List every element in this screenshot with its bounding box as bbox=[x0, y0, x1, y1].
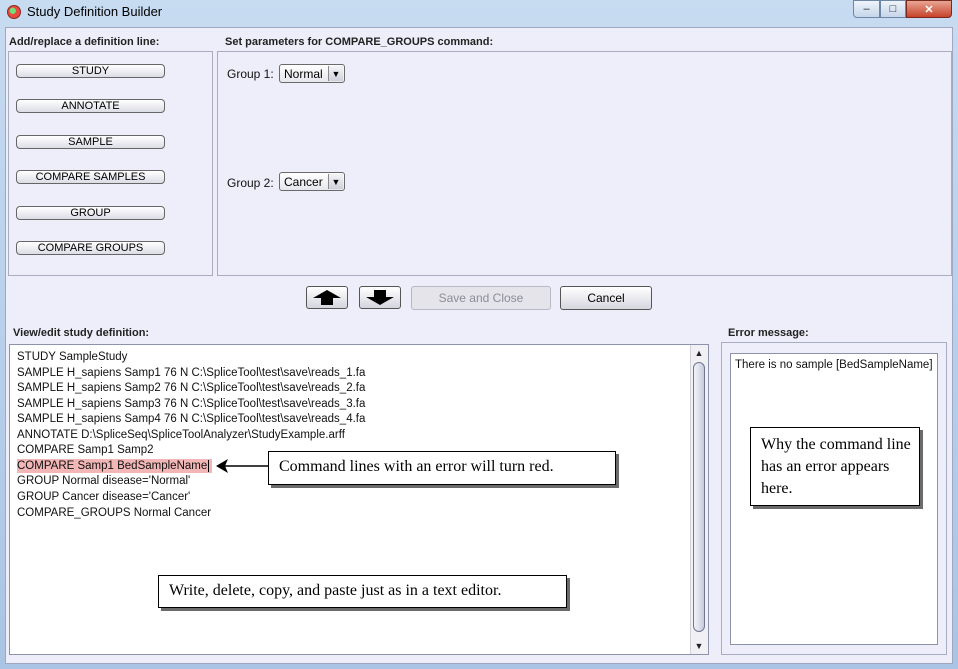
editor-line[interactable]: ANNOTATE D:\SpliceSeq\SpliceToolAnalyzer… bbox=[17, 428, 345, 442]
error-message-text: There is no sample [BedSampleName] bbox=[735, 359, 933, 371]
callout-arrow-icon bbox=[216, 459, 268, 473]
move-up-button[interactable] bbox=[306, 286, 348, 309]
editor-line[interactable]: SAMPLE H_sapiens Samp1 76 N C:\SpliceToo… bbox=[17, 366, 365, 380]
group1-select[interactable]: Normal ▼ bbox=[279, 64, 345, 83]
down-arrow-icon bbox=[366, 290, 394, 305]
save-and-close-button[interactable]: Save and Close bbox=[411, 286, 551, 310]
editor-line[interactable]: SAMPLE H_sapiens Samp3 76 N C:\SpliceToo… bbox=[17, 397, 365, 411]
group2-select[interactable]: Cancer ▼ bbox=[279, 172, 345, 191]
chevron-down-icon: ▼ bbox=[328, 174, 343, 189]
text-caret bbox=[208, 459, 210, 472]
definition-line-label: Add/replace a definition line: bbox=[9, 36, 160, 48]
cancel-button[interactable]: Cancel bbox=[560, 286, 652, 310]
annotate-button[interactable]: ANNOTATE bbox=[16, 99, 165, 113]
editor-line[interactable]: COMPARE_GROUPS Normal Cancer bbox=[17, 506, 211, 520]
up-arrow-icon bbox=[313, 290, 341, 305]
compare-samples-button[interactable]: COMPARE SAMPLES bbox=[16, 170, 165, 184]
group2-label: Group 2: bbox=[227, 176, 274, 190]
definition-buttons-panel: STUDY ANNOTATE SAMPLE COMPARE SAMPLES GR… bbox=[8, 51, 213, 276]
sample-button[interactable]: SAMPLE bbox=[16, 135, 165, 149]
parameters-panel: Group 1: Normal ▼ Group 2: Cancer ▼ bbox=[217, 51, 952, 276]
chevron-down-icon: ▼ bbox=[328, 66, 343, 81]
editor-line[interactable]: COMPARE Samp1 Samp2 bbox=[17, 443, 154, 457]
editor-line[interactable]: STUDY SampleStudy bbox=[17, 350, 127, 364]
editor-line[interactable]: GROUP Normal disease='Normal' bbox=[17, 474, 190, 488]
dialog-body: Add/replace a definition line: STUDY ANN… bbox=[5, 27, 953, 664]
app-window: Study Definition Builder ‒ □ ✕ Add/repla… bbox=[0, 0, 958, 669]
study-definition-editor[interactable]: STUDY SampleStudy SAMPLE H_sapiens Samp1 … bbox=[9, 344, 709, 655]
app-icon bbox=[7, 5, 21, 19]
editor-line[interactable]: GROUP Cancer disease='Cancer' bbox=[17, 490, 190, 504]
group2-value: Cancer bbox=[284, 175, 323, 189]
editor-error-line[interactable]: COMPARE Samp1 BedSampleName bbox=[17, 458, 213, 473]
error-message-callout: Why the command line has an error appear… bbox=[750, 427, 920, 506]
group1-value: Normal bbox=[284, 67, 323, 81]
compare-groups-button[interactable]: COMPARE GROUPS bbox=[16, 241, 165, 255]
editing-callout: Write, delete, copy, and paste just as i… bbox=[158, 575, 567, 608]
study-button[interactable]: STUDY bbox=[16, 64, 165, 78]
title-bar: Study Definition Builder ‒ □ ✕ bbox=[0, 0, 958, 24]
group-button[interactable]: GROUP bbox=[16, 206, 165, 220]
parameters-label: Set parameters for COMPARE_GROUPS comman… bbox=[225, 36, 494, 48]
close-button[interactable]: ✕ bbox=[906, 0, 952, 18]
scroll-thumb[interactable] bbox=[693, 362, 705, 632]
error-message-label: Error message: bbox=[728, 327, 809, 339]
group1-label: Group 1: bbox=[227, 67, 274, 81]
minimize-button[interactable]: ‒ bbox=[853, 0, 880, 18]
study-definition-label: View/edit study definition: bbox=[13, 327, 150, 339]
scroll-down-icon[interactable]: ▼ bbox=[693, 640, 705, 652]
editor-line[interactable]: SAMPLE H_sapiens Samp4 76 N C:\SpliceToo… bbox=[17, 412, 365, 426]
window-title: Study Definition Builder bbox=[27, 4, 163, 19]
editor-scrollbar[interactable]: ▲ ▼ bbox=[690, 345, 708, 654]
error-line-callout: Command lines with an error will turn re… bbox=[268, 451, 616, 485]
scroll-up-icon[interactable]: ▲ bbox=[693, 347, 705, 359]
move-down-button[interactable] bbox=[359, 286, 401, 309]
maximize-button[interactable]: □ bbox=[880, 0, 906, 18]
editor-line[interactable]: SAMPLE H_sapiens Samp2 76 N C:\SpliceToo… bbox=[17, 381, 365, 395]
